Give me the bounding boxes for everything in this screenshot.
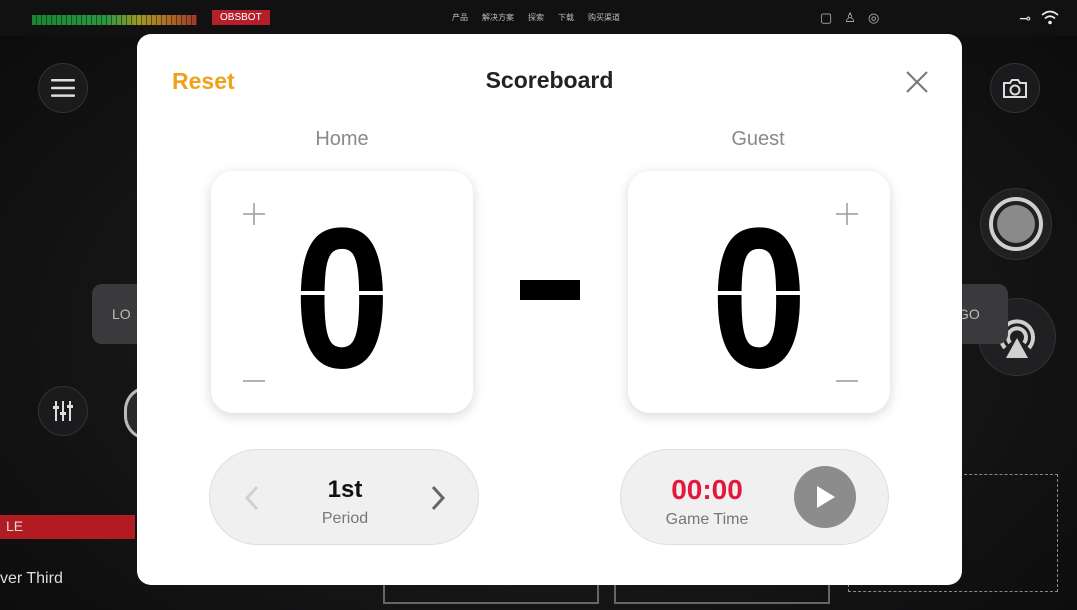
home-team-label: Home xyxy=(315,128,369,150)
close-button[interactable] xyxy=(903,68,931,96)
period-next-button[interactable] xyxy=(428,481,448,515)
home-score-card: 0 xyxy=(211,171,473,413)
logo-tab-right[interactable]: GO xyxy=(958,284,1008,344)
minus-icon xyxy=(243,380,265,382)
snapshot-button[interactable] xyxy=(990,63,1040,113)
scoreboard-dialog: Reset Scoreboard Home Guest 0 0 1st Peri… xyxy=(137,34,962,585)
brand-label: OBSBOT xyxy=(212,10,270,25)
home-plus-button[interactable] xyxy=(241,201,267,227)
system-icons: ⊸ xyxy=(1019,10,1059,29)
top-status-bar: OBSBOT 产品 解决方案 探索 下载 购买渠道 ▢ ♙ ◎ ⊸ xyxy=(0,0,1077,36)
guest-minus-button[interactable] xyxy=(834,368,860,394)
game-time-label: Game Time xyxy=(665,511,749,528)
plus-icon xyxy=(836,203,858,225)
title-overlay-bar[interactable]: LE xyxy=(0,515,135,539)
bag-icon: ▢ xyxy=(820,10,833,25)
home-score-digit: 0 xyxy=(292,211,392,373)
guest-team-label: Guest xyxy=(731,128,785,150)
user-icon: ♙ xyxy=(844,10,856,25)
guest-score-digit: 0 xyxy=(709,211,809,373)
play-icon xyxy=(817,486,835,508)
score-separator xyxy=(520,280,580,300)
period-selector: 1st Period xyxy=(209,449,479,545)
globe-icon: ◎ xyxy=(867,10,880,25)
web-nav-item: 购买渠道 xyxy=(588,13,620,22)
web-nav: 产品 解决方案 探索 下载 购买渠道 xyxy=(452,12,620,23)
game-time-value: 00:00 xyxy=(671,474,743,505)
guest-plus-button[interactable] xyxy=(834,201,860,227)
minus-icon xyxy=(836,380,858,382)
record-button[interactable] xyxy=(980,188,1052,260)
home-minus-button[interactable] xyxy=(241,368,267,394)
lower-third-label[interactable]: ver Third xyxy=(0,570,63,588)
web-nav-item: 产品 xyxy=(452,13,468,22)
web-icons: ▢ ♙ ◎ xyxy=(820,10,879,26)
plus-icon xyxy=(243,203,265,225)
audio-level-meter xyxy=(32,15,197,25)
wifi-icon xyxy=(1041,10,1059,29)
timer-play-button[interactable] xyxy=(794,466,856,528)
game-time-control: 00:00 Game Time xyxy=(620,449,889,545)
web-nav-item: 解决方案 xyxy=(482,13,514,22)
mixer-icon xyxy=(53,401,73,421)
power-plug-icon: ⊸ xyxy=(1019,10,1031,26)
audio-mixer-button[interactable] xyxy=(38,386,88,436)
camera-icon xyxy=(1003,79,1027,98)
hamburger-icon xyxy=(51,79,75,97)
guest-score-card: 0 xyxy=(628,171,890,413)
dialog-title: Scoreboard xyxy=(485,67,614,93)
web-nav-item: 下载 xyxy=(558,13,574,22)
chevron-right-icon xyxy=(431,485,446,511)
record-icon xyxy=(989,197,1043,251)
web-nav-item: 探索 xyxy=(528,13,544,22)
menu-button[interactable] xyxy=(38,63,88,113)
close-icon xyxy=(906,71,928,93)
